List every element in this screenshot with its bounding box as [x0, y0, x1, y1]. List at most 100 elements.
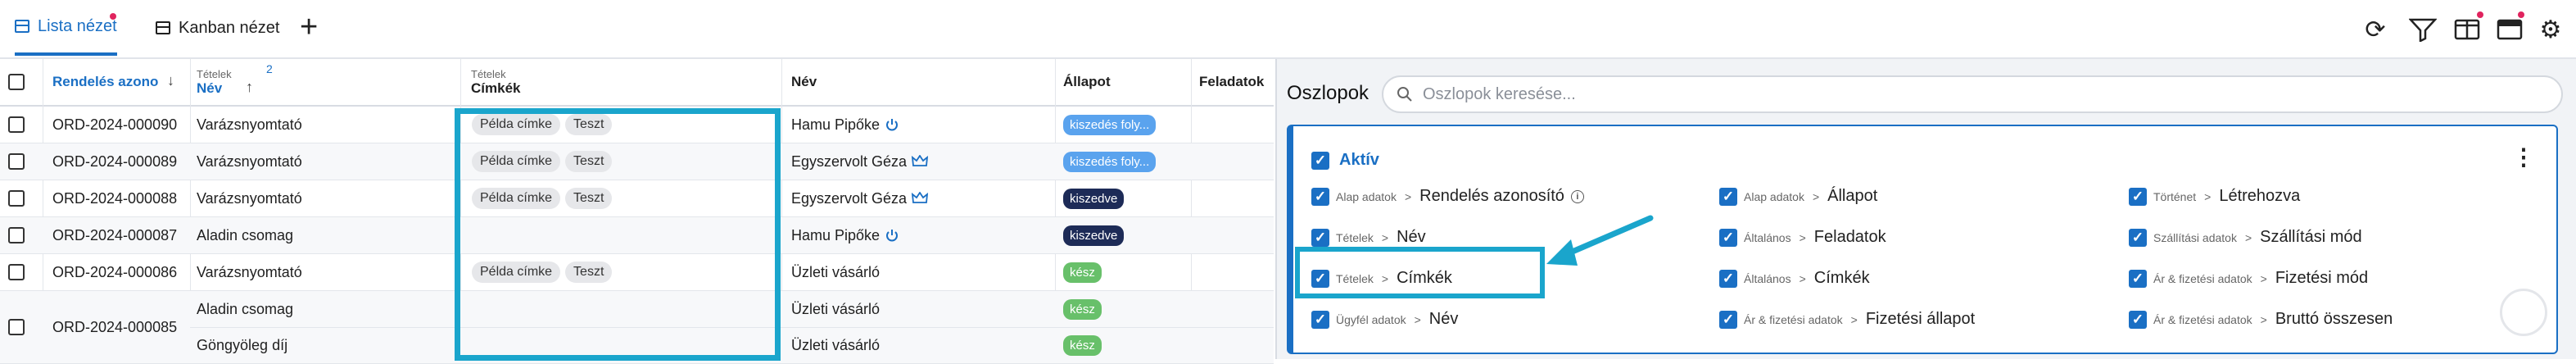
order-id-cell: ORD-2024-000086 — [52, 263, 178, 280]
status-badge: kész — [1063, 262, 1102, 283]
check-icon: ✓ — [1719, 187, 1737, 206]
option-name: Név — [1428, 310, 1459, 328]
header-tags-label: Címkék — [471, 80, 521, 96]
separator: > — [2204, 189, 2212, 203]
option-name: Szállítási mód — [2260, 228, 2362, 246]
order-id-cell: ORD-2024-000089 — [52, 152, 178, 170]
option-group: Alap adatok — [1336, 189, 1397, 203]
option-name: Állapot — [1827, 187, 1878, 205]
active-section-header[interactable]: ✓ Aktív — [1311, 151, 1379, 170]
customer-cell: Üzleti vásárló — [791, 300, 881, 317]
notification-dot — [110, 13, 116, 20]
column-option-shipping-method[interactable]: ✓ Szállítási adatok > Szállítási mód — [2129, 228, 2362, 247]
add-view-button[interactable]: + — [300, 11, 318, 43]
header-customer[interactable]: Név — [791, 59, 1021, 105]
sort-down-icon: ↓ — [167, 72, 174, 89]
header-tasks-label: Feladatok — [1199, 74, 1265, 89]
separator: > — [1850, 312, 1858, 326]
check-icon: ✓ — [1311, 228, 1329, 247]
check-icon: ✓ — [2129, 269, 2147, 288]
layout-icon — [2497, 19, 2523, 40]
option-name: Fizetési mód — [2275, 269, 2369, 287]
customer-name: Hamu Pipőke — [791, 226, 881, 243]
info-icon: i — [1570, 189, 1584, 203]
column-option-order-id[interactable]: ✓ Alap adatok > Rendelés azonosító i — [1311, 187, 1584, 206]
option-name: Feladatok — [1813, 228, 1886, 246]
status-cell: kész — [1063, 254, 1102, 290]
settings-button[interactable]: ⚙ — [2536, 15, 2565, 44]
tab-kanban-view[interactable]: Kanban nézet — [156, 0, 279, 56]
more-options-icon[interactable]: ⋮ — [2512, 146, 2535, 169]
column-option-status[interactable]: ✓ Alap adatok > Állapot — [1719, 187, 1877, 206]
column-option-tasks[interactable]: ✓ Általános > Feladatok — [1719, 228, 1886, 247]
header-items-name[interactable]: Tételek Név — [197, 59, 442, 105]
columns-icon — [2454, 19, 2480, 40]
column-option-customer-name[interactable]: ✓ Ügyfél adatok > Név — [1311, 310, 1458, 329]
header-customer-label: Név — [791, 74, 817, 89]
header-status-label: Állapot — [1063, 74, 1111, 89]
column-search-input[interactable]: Oszlopok keresése... — [1382, 75, 2563, 113]
layout-dot — [2518, 11, 2524, 18]
check-icon: ✓ — [1311, 187, 1329, 206]
order-id-cell: ORD-2024-000090 — [52, 116, 178, 133]
header-tasks[interactable]: Feladatok — [1199, 59, 1273, 105]
separator: > — [1414, 312, 1421, 326]
separator: > — [1799, 271, 1806, 285]
row-checkbox[interactable] — [8, 319, 25, 335]
confirm-icon[interactable] — [2500, 289, 2547, 336]
header-tags[interactable]: Tételek Címkék — [471, 59, 774, 105]
header-tags-group: Tételek — [471, 67, 506, 80]
status-badge: kiszedés foly... — [1063, 151, 1157, 172]
separator: > — [1799, 230, 1806, 244]
header-items-group: Tételek — [197, 67, 232, 80]
customer-cell: Egyszervolt Géza — [791, 180, 929, 216]
customer-cell: Üzleti vásárló — [791, 263, 881, 280]
status-cell: kész — [1063, 327, 1102, 363]
columns-button[interactable] — [2452, 15, 2482, 44]
column-option-gross-total[interactable]: ✓ Ár & fizetési adatok > Bruttó összesen — [2129, 310, 2393, 329]
status-badge: kiszedve — [1063, 188, 1125, 209]
kanban-icon — [156, 21, 170, 34]
power-icon — [886, 119, 899, 131]
customer-name: Egyszervolt Géza — [791, 189, 908, 207]
column-option-items-name[interactable]: ✓ Tételek > Név — [1311, 228, 1426, 247]
layout-button[interactable] — [2495, 15, 2524, 44]
row-checkbox[interactable] — [8, 153, 25, 170]
check-icon: ✓ — [1719, 269, 1737, 288]
active-section-label: Aktív — [1339, 151, 1379, 169]
customer-cell: Hamu Pipőke — [791, 107, 899, 143]
separator: > — [2260, 312, 2267, 326]
header-status[interactable]: Állapot — [1063, 59, 1186, 105]
tab-list-view-label: Lista nézet — [38, 16, 117, 35]
option-name: Bruttó összesen — [2275, 310, 2393, 328]
columns-panel: Oszlopok Oszlopok keresése... ✓ Aktív ⋮ … — [1275, 59, 2576, 359]
separator: > — [1812, 189, 1820, 203]
customer-cell: Hamu Pipőke — [791, 217, 899, 253]
item-name-cell: Varázsnyomtató — [197, 152, 302, 170]
check-icon: ✓ — [2129, 228, 2147, 247]
option-group: Ár & fizetési adatok — [2153, 271, 2252, 285]
separator: > — [2260, 271, 2267, 285]
tags-option-highlight — [1295, 247, 1545, 298]
item-name-cell: Aladin csomag — [197, 300, 294, 317]
list-icon — [15, 20, 29, 33]
row-checkbox[interactable] — [8, 227, 25, 243]
filter-button[interactable] — [2408, 15, 2438, 44]
column-option-general-tags[interactable]: ✓ Általános > Címkék — [1719, 269, 1870, 288]
column-option-payment-method[interactable]: ✓ Ár & fizetési adatok > Fizetési mód — [2129, 269, 2368, 288]
column-option-payment-status[interactable]: ✓ Ár & fizetési adatok > Fizetési állapot — [1719, 310, 1975, 329]
tab-kanban-view-label: Kanban nézet — [179, 18, 280, 37]
row-checkbox[interactable] — [8, 264, 25, 280]
item-name-cell: Aladin csomag — [197, 226, 294, 243]
column-option-created[interactable]: ✓ Történet > Létrehozva — [2129, 187, 2300, 206]
check-icon: ✓ — [1311, 310, 1329, 329]
table-header: Rendelés azonosító ↓ Tételek Név ↑ 2 Tét… — [0, 59, 1274, 107]
select-all-checkbox[interactable] — [8, 74, 25, 90]
check-icon: ✓ — [1719, 228, 1737, 247]
option-group: Általános — [1744, 230, 1791, 244]
row-checkbox[interactable] — [8, 116, 25, 133]
tab-list-view[interactable]: Lista nézet — [15, 0, 117, 56]
refresh-button[interactable]: ⟳ — [2361, 15, 2390, 44]
row-checkbox[interactable] — [8, 190, 25, 207]
view-toolbar: Lista nézet Kanban nézet + ⟳ ⚙ — [0, 0, 2576, 59]
